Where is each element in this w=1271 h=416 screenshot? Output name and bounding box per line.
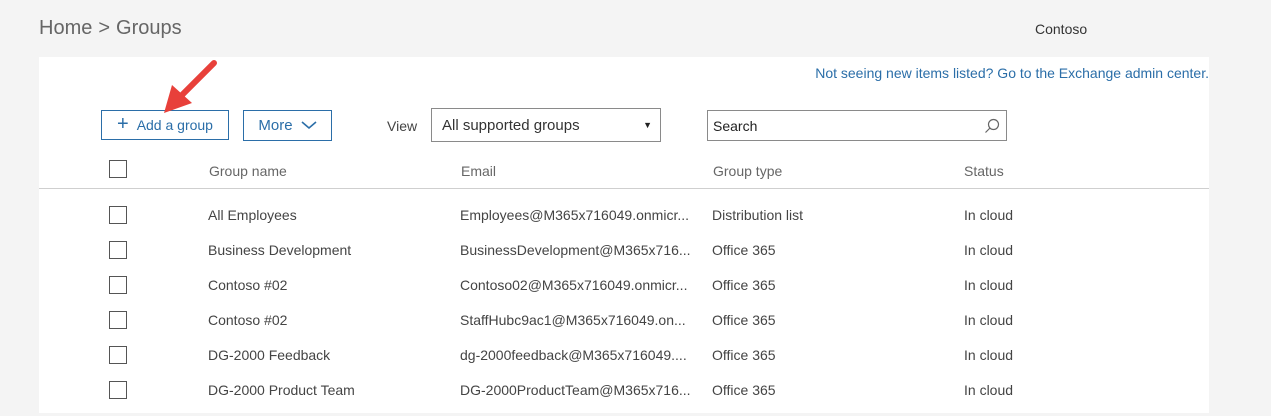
email-cell: BusinessDevelopment@M365x716... [460,242,691,258]
table-row[interactable]: Contoso #02 Contoso02@M365x716049.onmicr… [39,276,1209,311]
group-name-cell[interactable]: Contoso #02 [208,311,287,329]
email-cell: dg-2000feedback@M365x716049.... [460,347,687,363]
group-type-cell: Distribution list [712,207,804,223]
breadcrumb-current: Groups [116,17,182,39]
search-icon[interactable] [984,118,1000,134]
more-button[interactable]: More [243,110,332,141]
add-group-label: Add a group [136,117,213,133]
group-name-cell[interactable]: Contoso #02 [208,276,287,294]
chevron-down-icon [301,117,317,134]
breadcrumb-separator: > [98,17,111,39]
status-cell: In cloud [964,347,1014,363]
group-type-cell: Office 365 [712,242,776,258]
email-cell: StaffHubc9ac1@M365x716049.on... [460,312,686,328]
view-select[interactable]: All supported groups ▼ [431,108,661,142]
group-name-cell[interactable]: All Employees [208,206,297,224]
group-type-cell: Office 365 [712,312,776,328]
view-select-value: All supported groups [442,116,580,134]
group-name-cell[interactable]: Business Development [208,241,351,259]
group-type-cell: Office 365 [712,277,776,293]
search-input[interactable] [711,116,984,135]
row-checkbox[interactable] [109,346,127,364]
add-group-button[interactable]: + Add a group [101,110,229,140]
table-row[interactable]: DG-2000 Product Team DG-2000ProductTeam@… [39,381,1209,416]
status-cell: In cloud [964,242,1014,258]
plus-icon: + [117,113,129,135]
email-cell: DG-2000ProductTeam@M365x716... [460,382,691,398]
breadcrumb-home[interactable]: Home [39,17,92,40]
group-name-cell[interactable]: DG-2000 Feedback [208,346,330,364]
table-row[interactable]: All Employees Employees@M365x716049.onmi… [39,206,1209,241]
view-label: View [387,118,418,134]
status-cell: In cloud [964,312,1014,328]
column-email[interactable]: Email [461,163,496,179]
email-cell: Employees@M365x716049.onmicr... [460,207,689,223]
table-row[interactable]: DG-2000 Feedback dg-2000feedback@M365x71… [39,346,1209,381]
status-cell: In cloud [964,277,1014,293]
row-checkbox[interactable] [109,311,127,329]
group-type-cell: Office 365 [712,347,776,363]
status-cell: In cloud [964,382,1014,398]
table-header: Group name Email Group type Status [39,155,1209,189]
caret-down-icon: ▼ [643,120,652,130]
group-type-cell: Office 365 [712,382,776,398]
column-group-name[interactable]: Group name [209,163,287,179]
breadcrumb: Home > Groups [39,17,182,40]
column-group-type[interactable]: Group type [713,163,782,179]
row-checkbox[interactable] [109,276,127,294]
group-name-cell[interactable]: DG-2000 Product Team [208,381,355,399]
more-label: More [258,117,293,134]
row-checkbox[interactable] [109,206,127,224]
table-row[interactable]: Business Development BusinessDevelopment… [39,241,1209,276]
search-box[interactable] [707,110,1007,141]
column-status[interactable]: Status [964,163,1004,179]
exchange-admin-link[interactable]: Not seeing new items listed? Go to the E… [815,65,1209,81]
select-all-checkbox[interactable] [109,160,127,178]
row-checkbox[interactable] [109,381,127,399]
groups-panel: Not seeing new items listed? Go to the E… [39,57,1209,413]
tenant-name: Contoso [1035,21,1088,37]
table-row[interactable]: Contoso #02 StaffHubc9ac1@M365x716049.on… [39,311,1209,346]
email-cell: Contoso02@M365x716049.onmicr... [460,277,688,293]
status-cell: In cloud [964,207,1014,223]
row-checkbox[interactable] [109,241,127,259]
